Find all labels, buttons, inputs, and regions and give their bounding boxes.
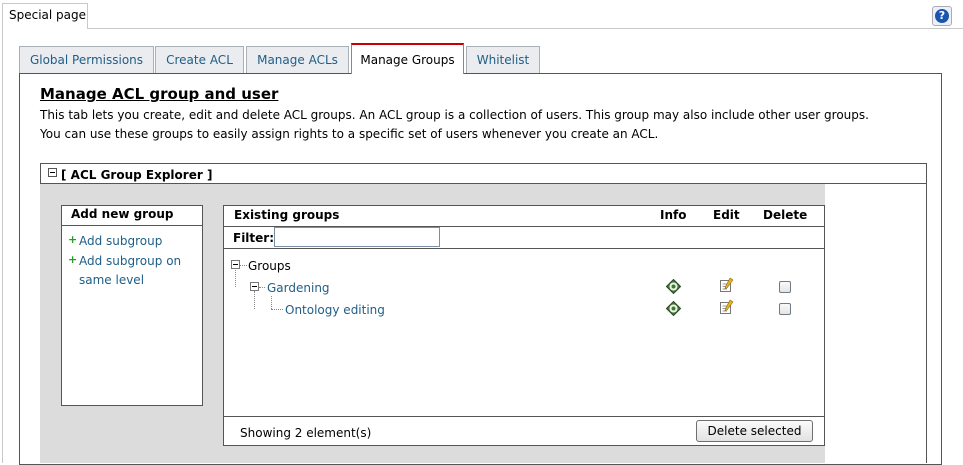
tab-create-acl[interactable]: Create ACL: [155, 46, 244, 73]
edit-icon[interactable]: [719, 299, 735, 315]
tree-connector: [271, 309, 283, 310]
tab-whitelist[interactable]: Whitelist: [466, 46, 540, 73]
edit-icon[interactable]: [719, 277, 735, 293]
info-icon[interactable]: [666, 279, 681, 294]
explorer-title: [ ACL Group Explorer ]: [61, 168, 213, 182]
special-page-tab: Special page: [2, 3, 88, 29]
tree-connector: [259, 287, 265, 288]
help-icon: ?: [935, 9, 949, 23]
add-subgroup-link[interactable]: Add subgroup: [79, 234, 162, 248]
page-title: Manage ACL group and user: [40, 85, 279, 103]
delete-selected-button[interactable]: Delete selected: [696, 420, 813, 442]
edit-column-header: Edit: [713, 208, 740, 222]
group-link-gardening[interactable]: Gardening: [267, 281, 330, 295]
element-count-status: Showing 2 element(s): [240, 426, 372, 440]
delete-checkbox-gardening[interactable]: [779, 281, 791, 293]
tree-connector: [271, 296, 272, 309]
tree-connector: [254, 291, 255, 309]
info-icon[interactable]: [666, 301, 681, 316]
plus-icon: +: [68, 253, 78, 266]
special-page-label: Special page: [9, 8, 87, 22]
existing-groups-heading: Existing groups: [234, 208, 340, 222]
left-border: [2, 28, 3, 463]
tab-manage-groups[interactable]: Manage Groups: [351, 43, 464, 74]
tree-connector: [235, 270, 236, 287]
divider: [223, 416, 825, 417]
help-button[interactable]: ?: [932, 6, 952, 26]
top-border: [88, 28, 963, 29]
tree-collapse-icon[interactable]: [250, 282, 259, 291]
add-same-level-link-line2[interactable]: same level: [79, 273, 144, 287]
delete-column-header: Delete: [763, 208, 808, 222]
add-group-heading: Add new group: [61, 205, 203, 226]
info-column-header: Info: [660, 208, 687, 222]
filter-input[interactable]: [274, 227, 440, 247]
tree-root-label: Groups: [248, 259, 291, 273]
description-line-1: This tab lets you create, edit and delet…: [40, 108, 869, 122]
divider: [223, 248, 825, 249]
plus-icon: +: [68, 233, 78, 246]
filter-label: Filter:: [233, 231, 275, 245]
tab-global-permissions[interactable]: Global Permissions: [19, 46, 154, 73]
tab-manage-acls[interactable]: Manage ACLs: [246, 46, 349, 73]
tree-collapse-icon[interactable]: [231, 260, 240, 269]
group-link-ontology-editing[interactable]: Ontology editing: [285, 303, 385, 317]
add-same-level-link-line1[interactable]: Add subgroup on: [79, 254, 181, 268]
collapse-icon[interactable]: [48, 168, 57, 177]
delete-checkbox-ontology-editing[interactable]: [779, 303, 791, 315]
tree-connector: [240, 265, 247, 266]
description-line-2: You can use these groups to easily assig…: [40, 127, 659, 141]
